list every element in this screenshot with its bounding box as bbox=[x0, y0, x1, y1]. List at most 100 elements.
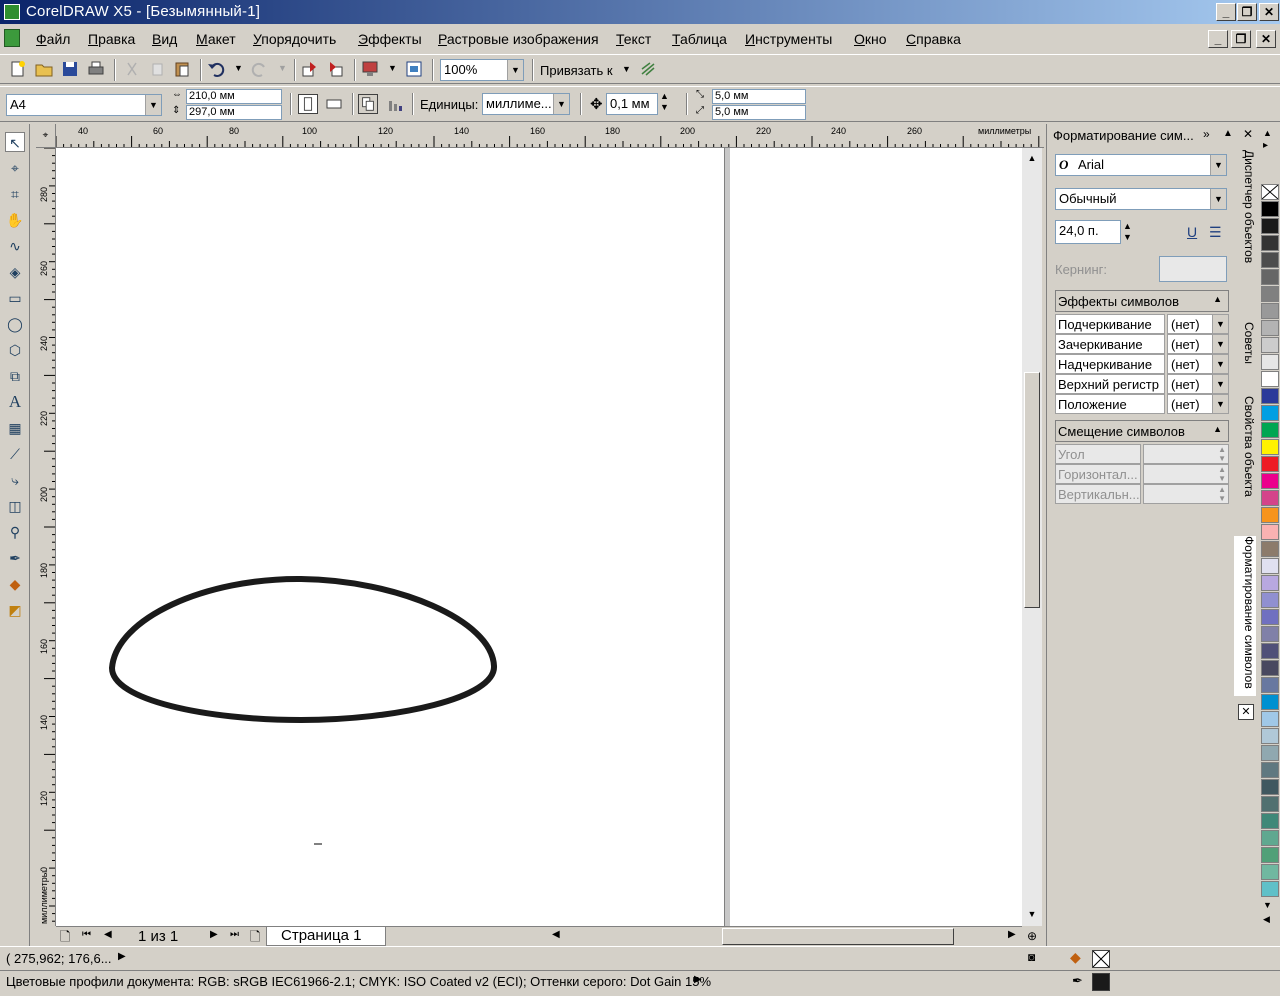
close-button[interactable]: ✕ bbox=[1259, 3, 1279, 21]
connector-tool-icon[interactable]: ⤷ bbox=[5, 470, 25, 490]
scroll-left-icon[interactable]: ◀ bbox=[552, 929, 560, 940]
table-tool-icon[interactable]: ▦ bbox=[5, 418, 25, 438]
character-effects-header[interactable]: Эффекты символов ▲ bbox=[1055, 290, 1229, 312]
previous-page-icon[interactable]: ◀ bbox=[104, 929, 112, 940]
options-icon[interactable] bbox=[638, 59, 658, 79]
tab-object-properties[interactable]: Свойства объекта bbox=[1234, 396, 1256, 514]
outline-color-swatch[interactable] bbox=[1092, 973, 1110, 991]
palette-swatch[interactable] bbox=[1261, 456, 1279, 472]
palette-swatch[interactable] bbox=[1261, 609, 1279, 625]
redo-icon[interactable] bbox=[250, 59, 270, 79]
docker-collapse-icon[interactable]: ▲ bbox=[1223, 128, 1233, 139]
new-document-icon[interactable] bbox=[8, 59, 28, 79]
menu-arrange[interactable]: Упорядочить bbox=[253, 31, 336, 47]
text-tool-icon[interactable]: A bbox=[5, 392, 25, 412]
menu-text[interactable]: Текст bbox=[616, 31, 651, 47]
last-page-icon[interactable]: ⏭ bbox=[230, 929, 239, 940]
zoom-navigator-icon[interactable]: ⊕ bbox=[1022, 926, 1042, 946]
copy-icon[interactable] bbox=[148, 59, 168, 79]
snap-to-button[interactable]: Привязать к bbox=[540, 63, 613, 78]
palette-swatch[interactable] bbox=[1261, 779, 1279, 795]
tab-object-manager[interactable]: Диспетчер объектов bbox=[1234, 150, 1256, 298]
first-page-icon[interactable]: ⏮ bbox=[82, 929, 91, 940]
duplicate-x-field[interactable]: 5,0 мм bbox=[712, 89, 806, 104]
minimize-button[interactable]: _ bbox=[1216, 3, 1236, 21]
duplicate-y-field[interactable]: 5,0 мм bbox=[712, 105, 806, 120]
palette-swatch[interactable] bbox=[1261, 439, 1279, 455]
palette-scroll-down-icon[interactable]: ▼ bbox=[1263, 900, 1272, 910]
import-icon[interactable] bbox=[300, 59, 320, 79]
palette-swatch[interactable] bbox=[1261, 269, 1279, 285]
menu-bitmaps[interactable]: Растровые изображения bbox=[438, 31, 599, 47]
palette-swatch[interactable] bbox=[1261, 796, 1279, 812]
palette-expand-icon[interactable]: ◀ bbox=[1263, 914, 1270, 925]
kerning-field[interactable] bbox=[1159, 256, 1227, 282]
units-select[interactable]: миллиме... ▼ bbox=[482, 93, 570, 115]
shift-value-field[interactable]: ▲ ▼ bbox=[1143, 464, 1229, 484]
palette-swatch[interactable] bbox=[1261, 745, 1279, 761]
smart-fill-tool-icon[interactable]: ◈ bbox=[5, 262, 25, 282]
crop-tool-icon[interactable]: ⌗ bbox=[5, 184, 25, 204]
palette-swatch[interactable] bbox=[1261, 694, 1279, 710]
nudge-distance-field[interactable]: 0,1 мм bbox=[606, 93, 658, 115]
page-tab[interactable]: Страница 1 bbox=[266, 927, 386, 946]
palette-swatch[interactable] bbox=[1261, 830, 1279, 846]
palette-swatch[interactable] bbox=[1261, 762, 1279, 778]
ruler-origin-icon[interactable]: ⌖ bbox=[36, 124, 56, 148]
character-shift-header[interactable]: Смещение символов ▲ bbox=[1055, 420, 1229, 442]
palette-swatch[interactable] bbox=[1261, 286, 1279, 302]
fill-none-swatch[interactable] bbox=[1092, 950, 1110, 968]
page-height-field[interactable]: 297,0 мм bbox=[186, 105, 282, 120]
effect-value-select[interactable]: (нет) ▼ bbox=[1167, 354, 1229, 374]
palette-swatch[interactable] bbox=[1261, 371, 1279, 387]
drawing-canvas[interactable] bbox=[56, 148, 1022, 926]
pick-tool-icon[interactable]: ↖ bbox=[5, 132, 25, 152]
effect-value-select[interactable]: (нет) ▼ bbox=[1167, 394, 1229, 414]
palette-swatch[interactable] bbox=[1261, 711, 1279, 727]
color-proofing-icon[interactable]: ◙ bbox=[1028, 950, 1035, 964]
portrait-icon[interactable] bbox=[298, 94, 318, 114]
shift-value-field[interactable]: ▲ ▼ bbox=[1143, 444, 1229, 464]
palette-swatch[interactable] bbox=[1261, 813, 1279, 829]
palette-swatch[interactable] bbox=[1261, 218, 1279, 234]
palette-swatch[interactable] bbox=[1261, 881, 1279, 897]
print-icon[interactable] bbox=[86, 59, 106, 79]
blend-tool-icon[interactable]: ◫ bbox=[5, 496, 25, 516]
menu-layout[interactable]: Макет bbox=[196, 31, 236, 47]
palette-swatch[interactable] bbox=[1261, 541, 1279, 557]
redo-dropdown-icon[interactable]: ▼ bbox=[278, 63, 287, 73]
palette-swatch[interactable] bbox=[1261, 626, 1279, 642]
all-pages-icon[interactable] bbox=[358, 94, 378, 114]
palette-swatch[interactable] bbox=[1261, 320, 1279, 336]
tab-hints[interactable]: Советы bbox=[1234, 322, 1256, 372]
freehand-tool-icon[interactable]: ∿ bbox=[5, 236, 25, 256]
menu-table[interactable]: Таблица bbox=[672, 31, 727, 47]
undo-icon[interactable] bbox=[206, 59, 226, 79]
document-color-profiles[interactable]: Цветовые профили документа: RGB: sRGB IE… bbox=[6, 974, 711, 989]
no-color-swatch[interactable] bbox=[1261, 184, 1279, 200]
palette-swatch[interactable] bbox=[1261, 422, 1279, 438]
current-page-icon[interactable] bbox=[386, 94, 406, 114]
scroll-up-icon[interactable]: ▲ bbox=[1024, 150, 1040, 166]
polygon-tool-icon[interactable]: ⬡ bbox=[5, 340, 25, 360]
open-folder-icon[interactable] bbox=[34, 59, 54, 79]
palette-swatch[interactable] bbox=[1261, 660, 1279, 676]
snap-dropdown-icon[interactable]: ▼ bbox=[622, 64, 631, 74]
nudge-spinner[interactable]: ▲ ▼ bbox=[660, 91, 669, 113]
palette-swatch[interactable] bbox=[1261, 847, 1279, 863]
export-icon[interactable] bbox=[326, 59, 346, 79]
next-page-icon[interactable]: ▶ bbox=[210, 929, 218, 940]
effect-value-select[interactable]: (нет) ▼ bbox=[1167, 374, 1229, 394]
palette-swatch[interactable] bbox=[1261, 201, 1279, 217]
eyedropper-tool-icon[interactable]: ⚲ bbox=[5, 522, 25, 542]
doc-close-button[interactable]: ✕ bbox=[1256, 30, 1276, 48]
palette-swatch[interactable] bbox=[1261, 558, 1279, 574]
palette-scroll-up-icon[interactable]: ▲ bbox=[1263, 128, 1272, 138]
paste-icon[interactable] bbox=[172, 59, 192, 79]
restore-button[interactable]: ❐ bbox=[1237, 3, 1257, 21]
page-size-select[interactable]: A4 ▼ bbox=[6, 94, 162, 116]
palette-swatch[interactable] bbox=[1261, 252, 1279, 268]
palette-swatch[interactable] bbox=[1261, 235, 1279, 251]
ellipse-tool-icon[interactable]: ◯ bbox=[5, 314, 25, 334]
scroll-right-icon[interactable]: ▶ bbox=[1008, 929, 1016, 940]
